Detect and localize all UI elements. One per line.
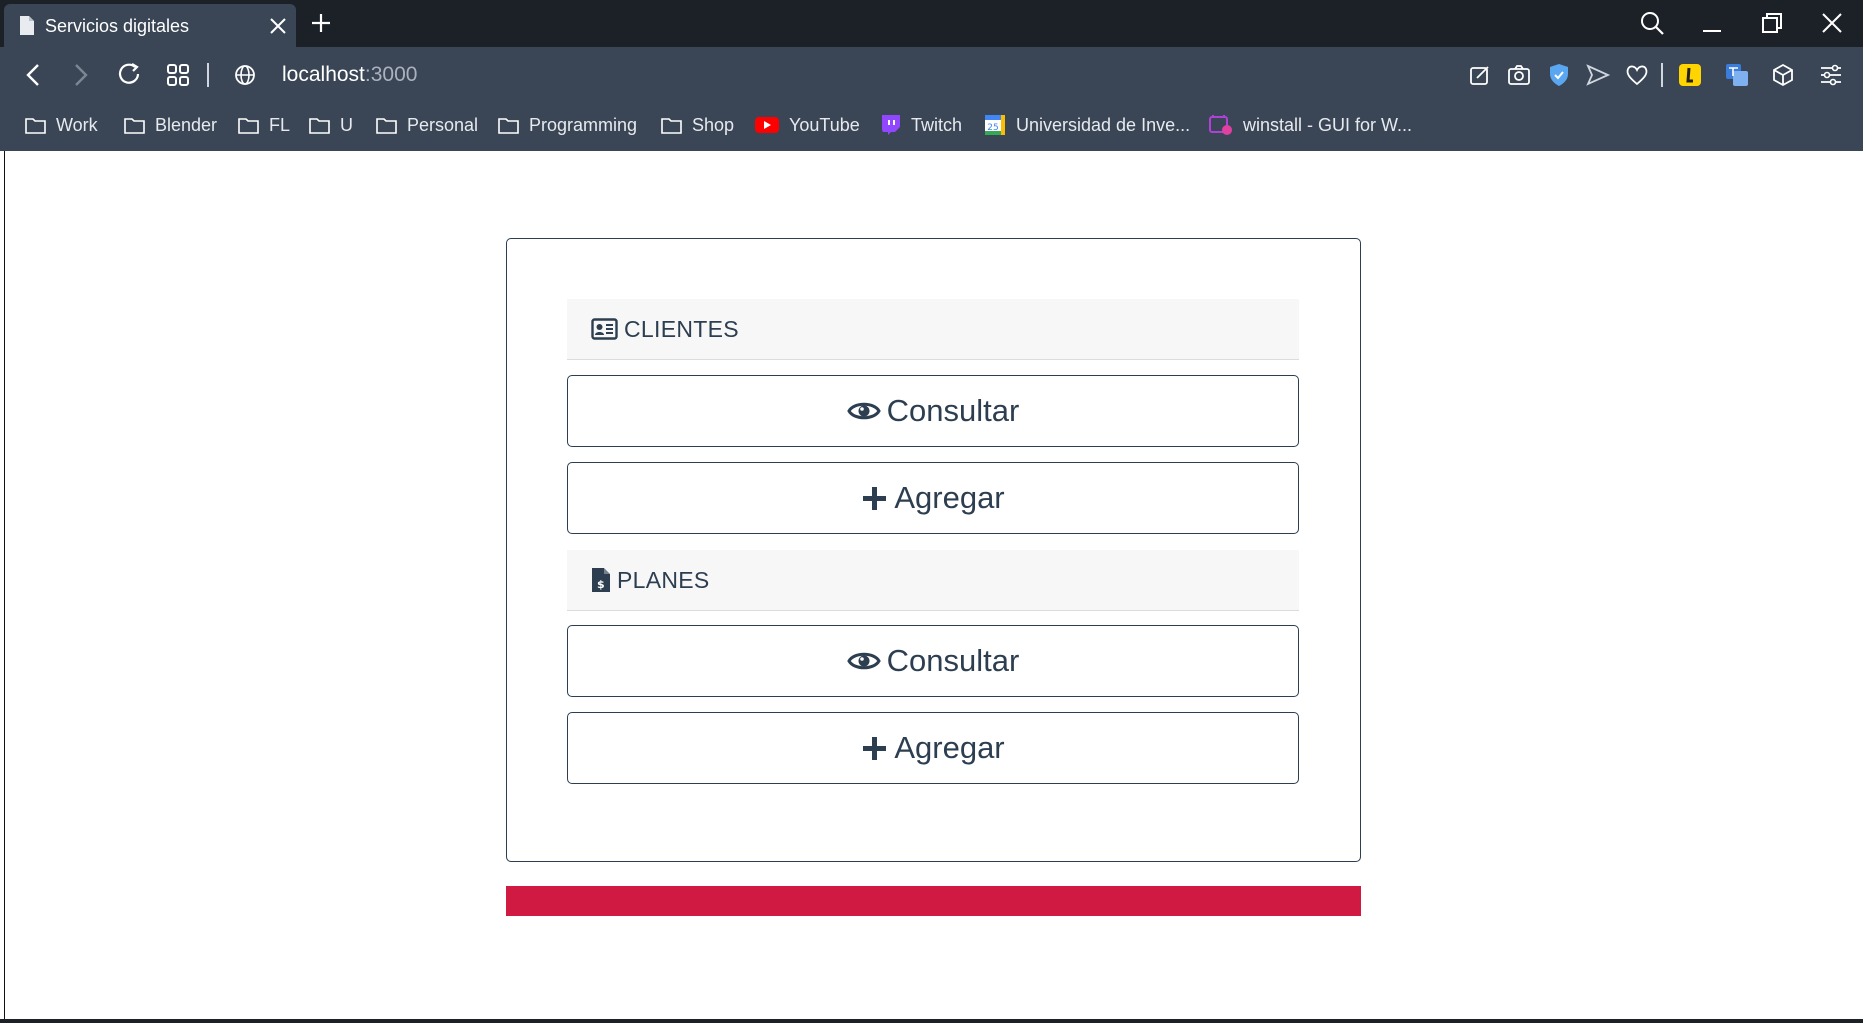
- bookmark-personal[interactable]: Personal: [376, 111, 478, 139]
- send-icon[interactable]: [1584, 61, 1612, 89]
- bookmark-label: Work: [56, 114, 98, 135]
- bookmark-label: Shop: [692, 114, 735, 135]
- browser-toolbar: localhost:3000 Work Blender FL U Persona…: [0, 47, 1863, 151]
- toolbar-divider: [207, 63, 209, 87]
- calendar-icon: 25: [985, 115, 1005, 135]
- extension-yellow-icon[interactable]: [1676, 61, 1704, 89]
- button-label: Agregar: [894, 730, 1005, 765]
- folder-icon: [124, 118, 145, 134]
- folder-icon: [238, 118, 259, 134]
- section-title: CLIENTES: [624, 315, 739, 342]
- bookmark-fl[interactable]: FL: [238, 111, 290, 139]
- shield-icon[interactable]: [1545, 61, 1573, 89]
- bookmark-programming[interactable]: Programming: [498, 111, 637, 139]
- bookmark-youtube[interactable]: YouTube: [755, 111, 860, 139]
- tab-strip: Servicios digitales: [0, 0, 1863, 47]
- capture-edit-icon[interactable]: [1466, 61, 1494, 89]
- planes-consultar-button[interactable]: Consultar: [567, 625, 1299, 697]
- browser-tab[interactable]: Servicios digitales: [4, 4, 296, 47]
- minimize-icon[interactable]: [1698, 9, 1726, 37]
- clientes-agregar-button[interactable]: Agregar: [567, 462, 1299, 534]
- cube-icon[interactable]: [1769, 61, 1797, 89]
- translate-icon[interactable]: [1723, 61, 1751, 89]
- toolbar-divider: [1661, 63, 1663, 87]
- close-tab-icon[interactable]: [269, 17, 287, 35]
- section-header-clientes: CLIENTES: [567, 299, 1299, 360]
- address-host: localhost: [282, 63, 365, 86]
- clientes-consultar-button[interactable]: Consultar: [567, 375, 1299, 447]
- forward-icon[interactable]: [66, 61, 94, 89]
- reload-icon[interactable]: [116, 61, 144, 89]
- bookmark-twitch[interactable]: Twitch: [880, 111, 962, 139]
- globe-icon[interactable]: [231, 61, 259, 89]
- invoice-dollar-icon: $: [592, 568, 610, 592]
- folder-icon: [498, 118, 519, 134]
- back-icon[interactable]: [20, 61, 48, 89]
- button-label: Consultar: [886, 643, 1020, 678]
- bookmark-label: Blender: [155, 114, 218, 135]
- twitch-icon: [882, 115, 900, 135]
- bookmark-label: Twitch: [911, 114, 963, 135]
- restore-icon[interactable]: [1758, 9, 1786, 37]
- eye-icon: [846, 402, 881, 420]
- bookmark-label: Universidad de Inve...: [1016, 114, 1191, 135]
- svg-text:25: 25: [987, 123, 998, 133]
- bookmark-work[interactable]: Work: [25, 111, 98, 139]
- bookmark-winstall[interactable]: winstall - GUI for W...: [1209, 111, 1412, 139]
- section-header-planes: $ PLANES: [567, 550, 1299, 611]
- tab-title: Servicios digitales: [45, 16, 190, 36]
- camera-icon[interactable]: [1505, 61, 1533, 89]
- bookmark-shop[interactable]: Shop: [661, 111, 734, 139]
- bookmark-label: Programming: [529, 114, 638, 135]
- search-tabs-icon[interactable]: [1638, 9, 1666, 37]
- address-bar[interactable]: localhost:3000: [282, 63, 417, 87]
- new-tab-icon[interactable]: [309, 11, 333, 35]
- bookmark-label: YouTube: [789, 114, 860, 135]
- youtube-icon: [755, 117, 779, 133]
- bookmark-label: winstall - GUI for W...: [1243, 114, 1413, 135]
- taskbar-edge: [0, 1019, 1863, 1023]
- eye-icon: [846, 652, 881, 670]
- address-port: :3000: [364, 63, 418, 86]
- plus-icon: [863, 736, 887, 760]
- menu-card: CLIENTES Consultar Agregar $ PLANES Cons…: [506, 238, 1361, 862]
- bookmark-universidad[interactable]: 25 Universidad de Inve...: [984, 111, 1190, 139]
- footer-accent-bar: [506, 886, 1361, 916]
- plus-icon: [863, 486, 887, 510]
- button-label: Consultar: [886, 393, 1020, 428]
- bookmark-label: U: [340, 114, 353, 135]
- id-card-icon: [591, 318, 618, 340]
- speed-dial-icon[interactable]: [164, 61, 192, 89]
- section-title: PLANES: [617, 566, 710, 593]
- bookmark-u[interactable]: U: [309, 111, 353, 139]
- bookmark-blender[interactable]: Blender: [124, 111, 217, 139]
- bookmark-label: FL: [269, 114, 291, 135]
- document-icon: [20, 16, 34, 35]
- heart-icon[interactable]: [1623, 61, 1651, 89]
- settings-sliders-icon[interactable]: [1817, 61, 1845, 89]
- folder-icon: [309, 118, 330, 134]
- folder-icon: [25, 118, 46, 134]
- bookmark-label: Personal: [407, 114, 479, 135]
- winstall-icon: [1209, 115, 1232, 135]
- close-window-icon[interactable]: [1818, 9, 1846, 37]
- folder-icon: [376, 118, 397, 134]
- planes-agregar-button[interactable]: Agregar: [567, 712, 1299, 784]
- folder-icon: [661, 118, 682, 134]
- button-label: Agregar: [894, 480, 1005, 515]
- svg-text:$: $: [597, 578, 605, 591]
